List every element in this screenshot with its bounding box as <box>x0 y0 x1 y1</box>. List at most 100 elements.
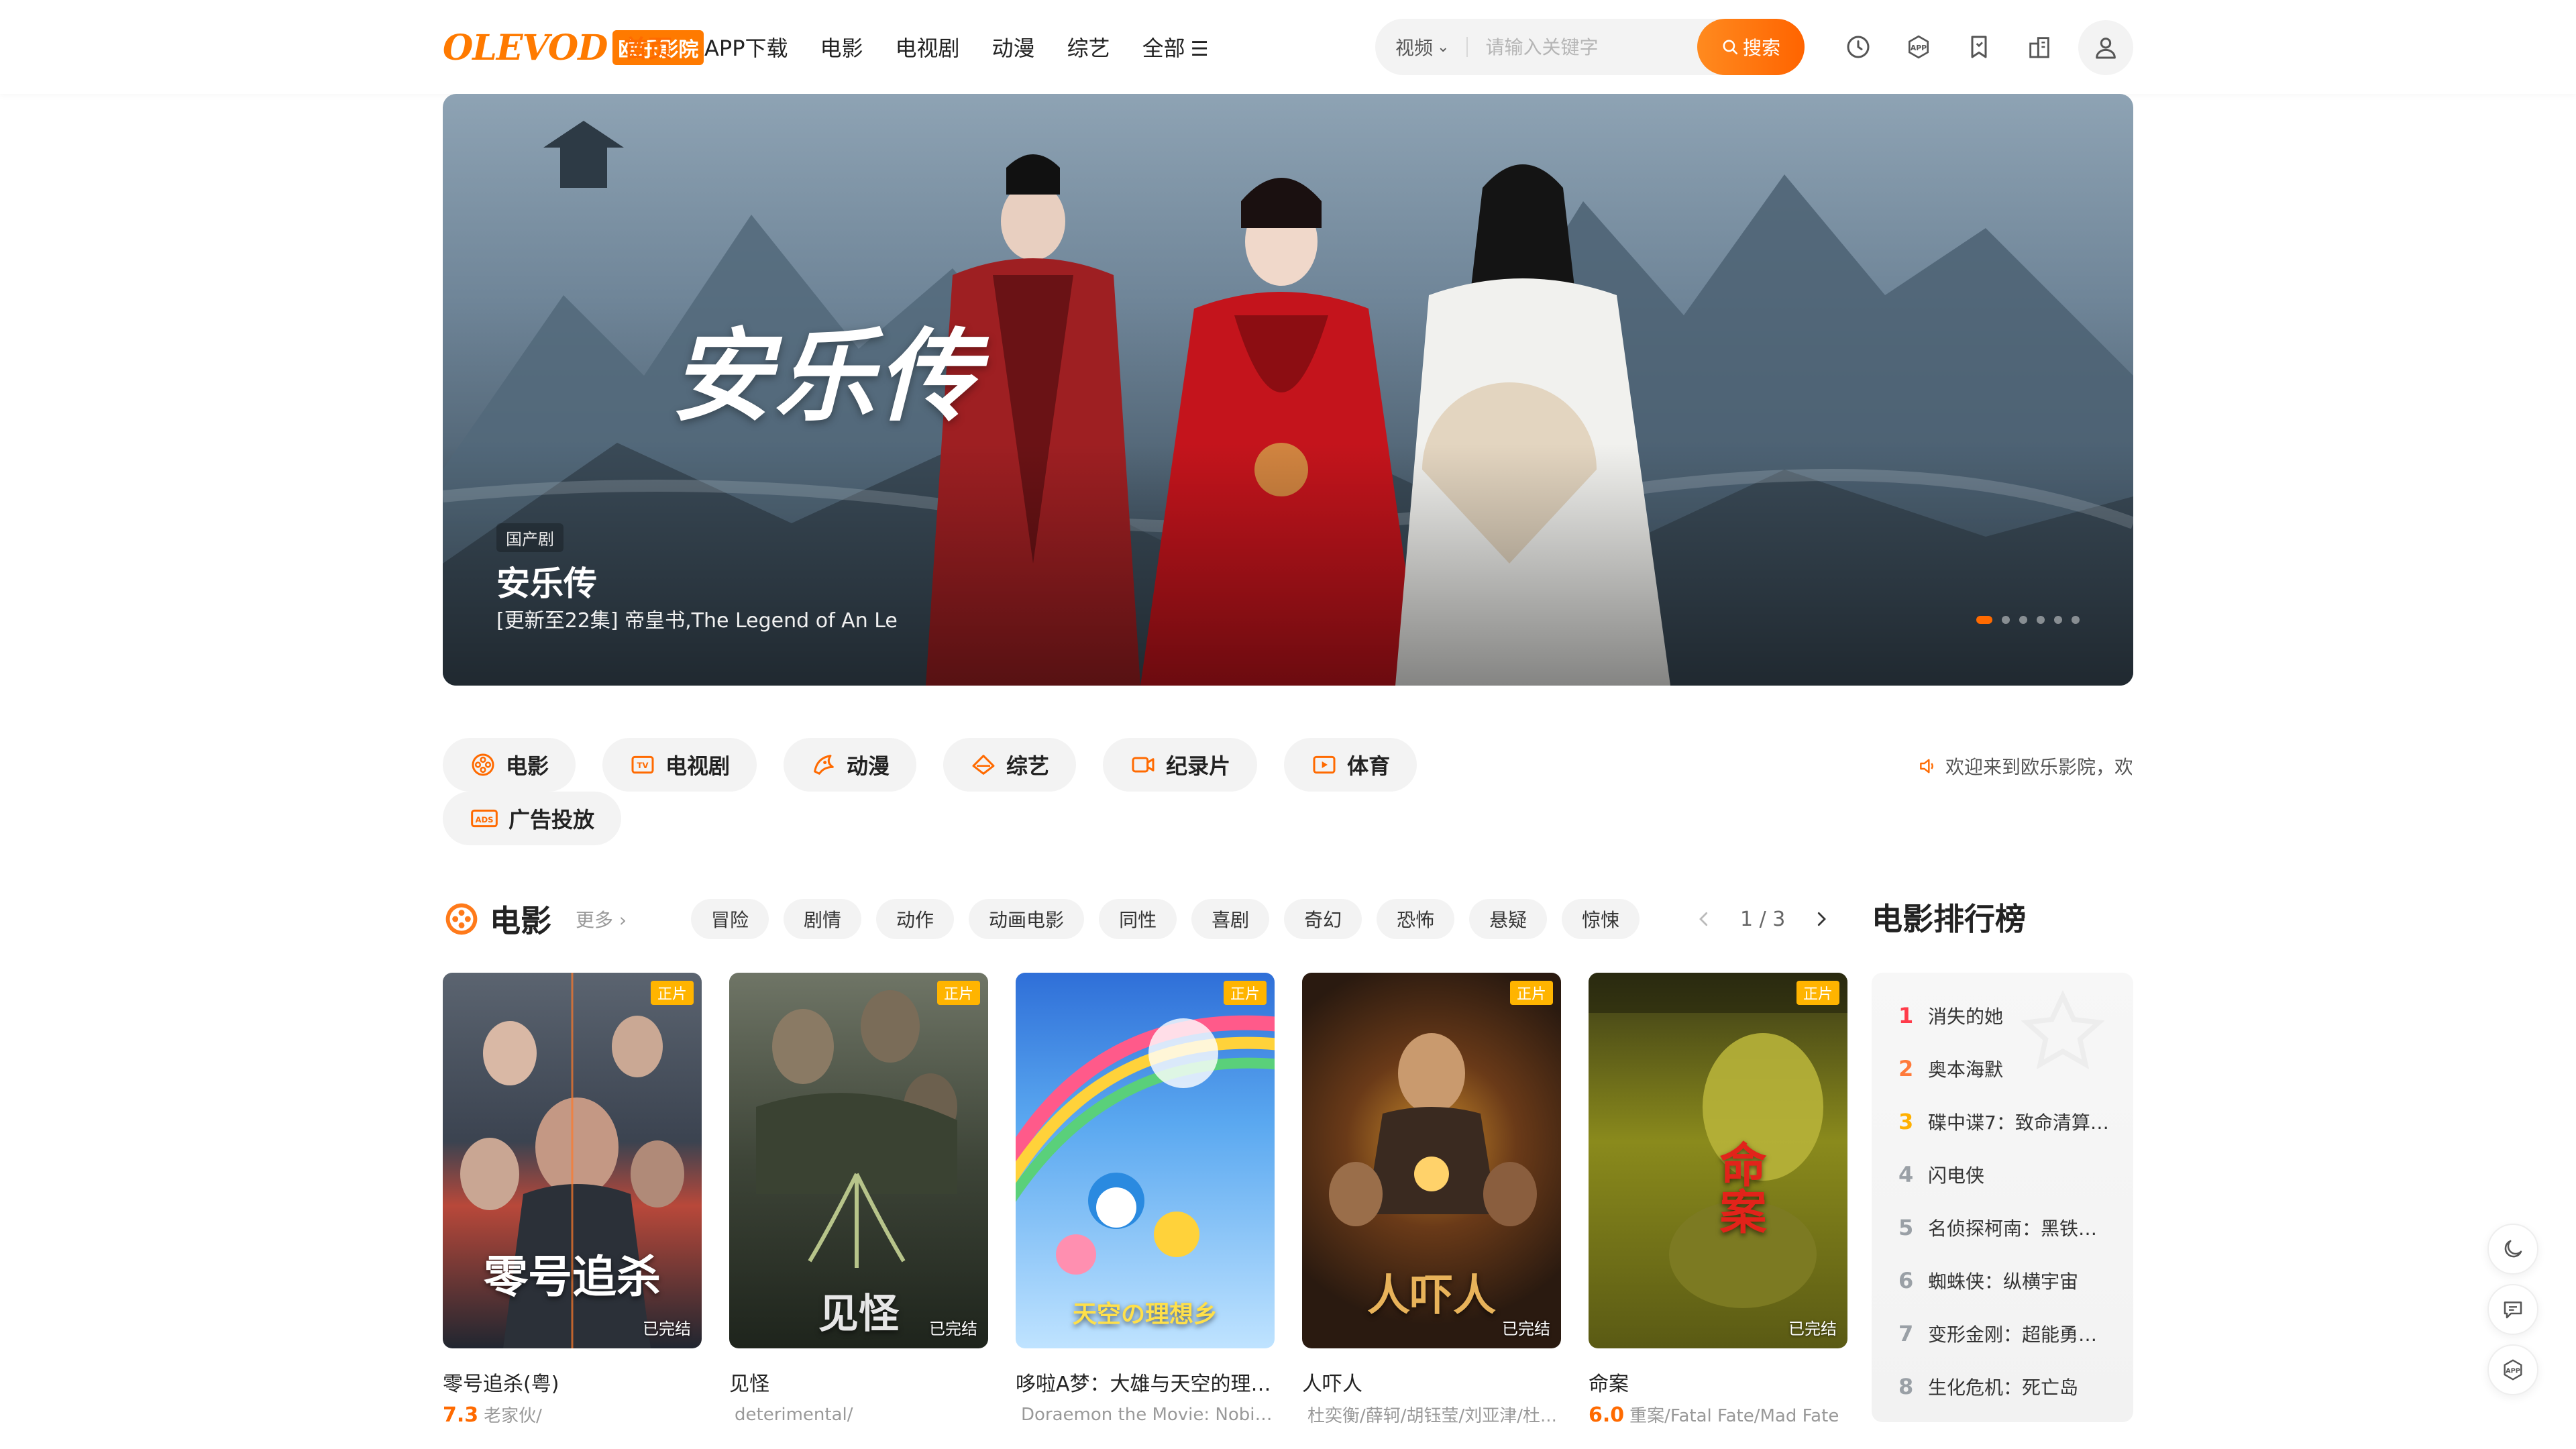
rank-number: 8 <box>1898 1373 1914 1399</box>
rank-title: 消失的她 <box>1928 1005 2004 1028</box>
movie-title[interactable]: 人吓人 <box>1302 1367 1561 1397</box>
building-icon[interactable] <box>2012 20 2066 74</box>
more-link[interactable]: 更多 › <box>576 906 627 932</box>
rank-title: 名侦探柯南：黑铁的鱼影 <box>1928 1217 2109 1240</box>
floating-tools: APP <box>2487 1224 2538 1405</box>
history-icon[interactable] <box>1831 20 1885 74</box>
category-documentary[interactable]: 纪录片 <box>1103 738 1258 792</box>
movie-poster[interactable]: 人吓人 正片 已完结 <box>1302 973 1561 1348</box>
search-input[interactable] <box>1485 36 1687 58</box>
movie-cast: deterimental/ <box>735 1405 853 1425</box>
movie-title[interactable]: 见怪 <box>729 1367 988 1397</box>
banner-dot[interactable] <box>2037 616 2045 624</box>
section-title: 电影 <box>490 903 551 939</box>
status-label: 已完结 <box>1502 1320 1550 1338</box>
banner-dot[interactable] <box>2002 616 2010 624</box>
movie-poster[interactable]: 天空の理想乡 正片 <box>1016 973 1275 1348</box>
ranking-item[interactable]: 5 名侦探柯南：黑铁的鱼影 <box>1872 1201 2133 1254</box>
genre-chip[interactable]: 同性 <box>1099 899 1177 939</box>
search-type-select[interactable]: 视频 ⌄ <box>1395 34 1449 60</box>
category-sports[interactable]: 体育 <box>1284 738 1417 792</box>
movie-poster[interactable]: 零号追杀 正片 已完结 <box>443 973 702 1348</box>
category-anime[interactable]: 动漫 <box>784 738 917 792</box>
search-bar: 视频 ⌄ 搜索 <box>1375 19 1805 75</box>
film-reel-icon <box>445 903 478 935</box>
nav-app-download[interactable]: APP下载 <box>704 32 788 62</box>
movie-card: 零号追杀 正片 已完结 零号追杀(粤) 7.3 老家伙/ <box>443 973 702 1427</box>
nav-variety[interactable]: 综艺 <box>1067 32 1110 62</box>
nav-movies[interactable]: 电影 <box>820 32 863 62</box>
movie-grid: 零号追杀 正片 已完结 零号追杀(粤) 7.3 老家伙/ 见怪 正片 已完结 见怪… <box>443 973 1875 1427</box>
rank-title: 碟中谍7：致命清算（上） <box>1928 1111 2109 1134</box>
nav-all-label: 全部 <box>1142 36 1185 61</box>
ranking-item[interactable]: 8 生化危机：死亡岛 <box>1872 1360 2133 1413</box>
genre-chip[interactable]: 悬疑 <box>1469 899 1548 939</box>
prev-page-button[interactable] <box>1684 899 1724 939</box>
ranking-item[interactable]: 3 碟中谍7：致命清算（上） <box>1872 1095 2133 1148</box>
banner-title[interactable]: 安乐传 <box>496 557 597 605</box>
movie-title[interactable]: 命案 <box>1589 1367 1847 1397</box>
page: OLEVOD 欧乐影院 首页 APP下载 电影 电视剧 动漫 综艺 全部 ☰ 视频… <box>0 0 2576 1449</box>
svg-text:APP: APP <box>2506 1368 2520 1375</box>
ranking-item[interactable]: 4 闪电侠 <box>1872 1148 2133 1201</box>
search-icon <box>1723 40 1738 55</box>
svg-text:APP: APP <box>1911 44 1927 52</box>
genre-chip[interactable]: 喜剧 <box>1191 899 1270 939</box>
user-avatar-button[interactable] <box>2078 20 2133 75</box>
banner-dot[interactable] <box>2072 616 2080 624</box>
genre-chip[interactable]: 剧情 <box>784 899 862 939</box>
search-button[interactable]: 搜索 <box>1697 19 1805 75</box>
bookmark-icon[interactable] <box>1952 20 2006 74</box>
nav-home[interactable]: 首页 <box>624 30 672 64</box>
genre-chip[interactable]: 恐怖 <box>1377 899 1455 939</box>
ranking-items: 1 消失的她 2 奥本海默 3 碟中谍7：致命清算（上） 4 闪电侠 5 名侦探柯南：黑铁… <box>1872 989 2133 1413</box>
hero-banner[interactable]: 安乐传 国产剧 安乐传 [更新至22集] 帝皇书,The Legend of A… <box>443 94 2133 686</box>
ranking-item[interactable]: 1 消失的她 <box>1872 989 2133 1042</box>
movie-cast: Doraemon the Movie: Nobita's Sky Utopia <box>1021 1405 1275 1425</box>
rank-number: 2 <box>1898 1055 1914 1081</box>
genre-chip[interactable]: 冒险 <box>691 899 769 939</box>
banner-dot[interactable] <box>2019 616 2027 624</box>
ranking-item[interactable]: 7 变形金刚：超能勇士崛起 <box>1872 1307 2133 1360</box>
menu-icon: ☰ <box>1190 38 1209 61</box>
movie-card: 见怪 正片 已完结 见怪 deterimental/ <box>729 973 988 1427</box>
genre-chip[interactable]: 动作 <box>876 899 955 939</box>
category-row: 电影 TV 电视剧 动漫 综艺 纪录片 体育 <box>443 738 1516 792</box>
nav-anime[interactable]: 动漫 <box>992 32 1035 62</box>
status-label: 已完结 <box>1788 1320 1837 1338</box>
banner-dot[interactable] <box>1976 616 1992 624</box>
notice-text: 欢迎来到欧乐影院，欢 <box>1945 756 2132 778</box>
app-download-button[interactable]: APP <box>2487 1344 2538 1395</box>
nav-tv-series[interactable]: 电视剧 <box>896 32 960 62</box>
search-button-label: 搜索 <box>1742 37 1780 59</box>
movie-poster[interactable]: 见怪 正片 已完结 <box>729 973 988 1348</box>
ranking-item[interactable]: 6 蜘蛛侠：纵横宇宙 <box>1872 1254 2133 1307</box>
category-ads[interactable]: ADS 广告投放 <box>443 792 622 845</box>
tv-icon: TV <box>631 755 654 774</box>
film-reel-icon <box>472 753 494 776</box>
ranking-item[interactable]: 2 奥本海默 <box>1872 1042 2133 1095</box>
app-icon[interactable]: APP <box>1892 20 1945 74</box>
rank-title: 奥本海默 <box>1928 1058 2004 1081</box>
category-label: 电视剧 <box>665 753 731 779</box>
feedback-icon <box>2504 1301 2522 1319</box>
movie-title[interactable]: 哆啦A梦：大雄与天空的理想乡 <box>1016 1367 1275 1397</box>
genre-chip[interactable]: 奇幻 <box>1284 899 1362 939</box>
nav-all[interactable]: 全部 ☰ <box>1142 32 1209 62</box>
movie-poster[interactable]: 命案 正片 已完结 <box>1589 973 1847 1348</box>
status-label: 已完结 <box>929 1320 977 1338</box>
banner-category: 国产剧 <box>496 523 564 552</box>
genre-chip[interactable]: 惊悚 <box>1562 899 1640 939</box>
genre-chip[interactable]: 动画电影 <box>969 899 1085 939</box>
movie-card: 命案 正片 已完结 命案 6.0 重案/Fatal Fate/Mad Fate <box>1589 973 1847 1427</box>
category-movies[interactable]: 电影 <box>443 738 576 792</box>
next-page-button[interactable] <box>1801 899 1841 939</box>
category-tv[interactable]: TV 电视剧 <box>602 738 757 792</box>
ads-icon: ADS <box>471 809 498 828</box>
banner-dot[interactable] <box>2054 616 2062 624</box>
dark-mode-button[interactable] <box>2487 1224 2538 1275</box>
feedback-button[interactable] <box>2487 1284 2538 1335</box>
category-variety[interactable]: 综艺 <box>943 738 1077 792</box>
poster-art <box>1016 1015 1275 1275</box>
movie-title[interactable]: 零号追杀(粤) <box>443 1367 702 1397</box>
